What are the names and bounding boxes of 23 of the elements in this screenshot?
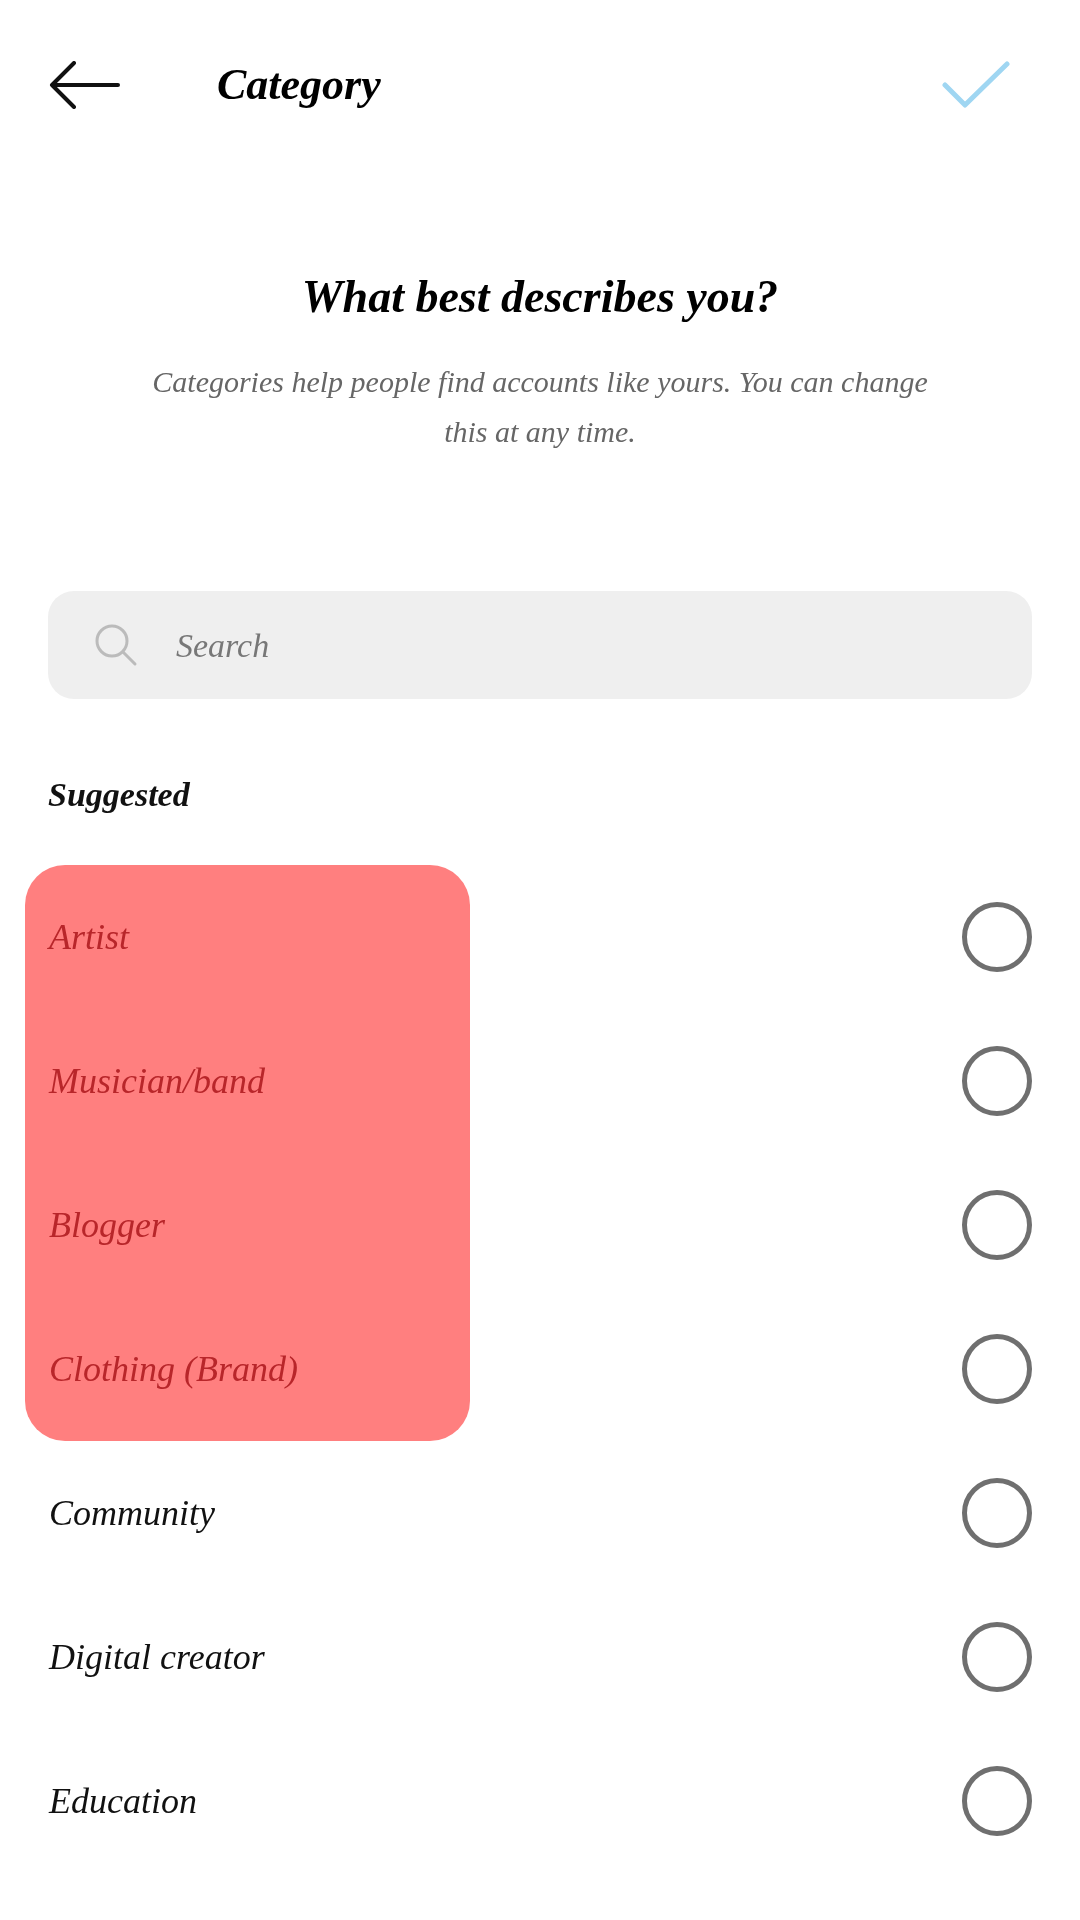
search-input[interactable]: Search (176, 619, 876, 671)
category-label[interactable]: Musician/band (49, 1054, 265, 1108)
category-label[interactable]: Artist (49, 910, 129, 964)
subtitle: Categories help people find accounts like yours. You can change this at any time. (151, 364, 929, 450)
search-icon (94, 623, 138, 667)
search-field[interactable]: Search (48, 591, 1032, 699)
section-title: Suggested (48, 774, 190, 815)
category-label[interactable]: Community (49, 1486, 215, 1540)
radio-button[interactable] (962, 1046, 1032, 1116)
radio-button[interactable] (962, 1766, 1032, 1836)
back-arrow-icon[interactable] (48, 61, 120, 109)
radio-button[interactable] (962, 1622, 1032, 1692)
radio-button[interactable] (962, 1478, 1032, 1548)
checkmark-icon[interactable] (942, 61, 1010, 109)
radio-button[interactable] (962, 1190, 1032, 1260)
radio-button[interactable] (962, 1334, 1032, 1404)
heading: What best describes you? (301, 270, 779, 324)
page-title: Category (217, 59, 381, 111)
category-label[interactable]: Education (49, 1774, 197, 1828)
category-label[interactable]: Clothing (Brand) (49, 1342, 298, 1396)
radio-button[interactable] (962, 902, 1032, 972)
category-label[interactable]: Digital creator (49, 1630, 265, 1684)
category-label[interactable]: Blogger (49, 1198, 165, 1252)
